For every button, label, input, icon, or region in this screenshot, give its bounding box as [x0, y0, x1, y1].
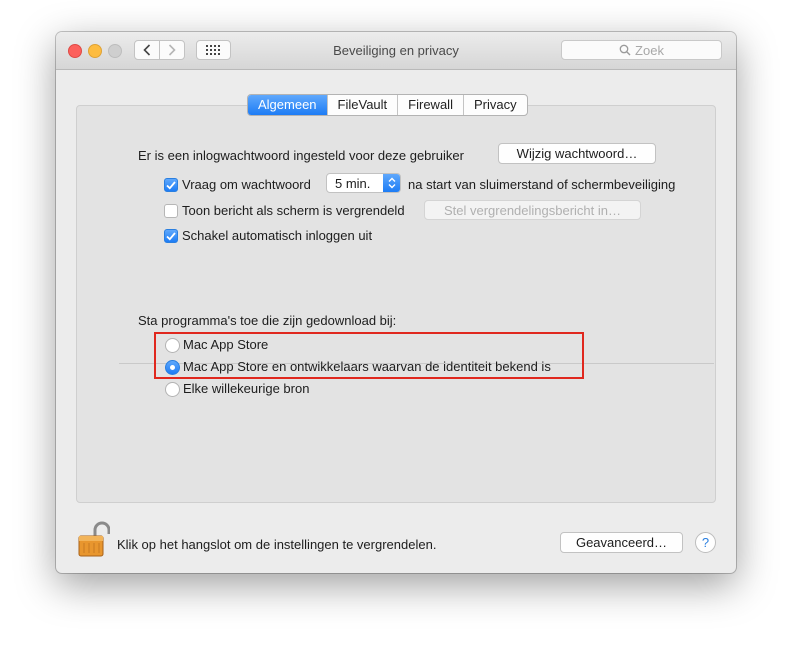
delay-select[interactable]: 5 min.	[326, 173, 401, 193]
set-lock-message-button[interactable]: Stel vergrendelingsbericht in…	[424, 200, 641, 220]
checkmark-icon	[166, 180, 176, 190]
checkmark-icon	[166, 231, 176, 241]
require-password-label: Vraag om wachtwoord	[182, 177, 311, 192]
tab-firewall[interactable]: Firewall	[397, 95, 463, 115]
disable-autologin-label: Schakel automatisch inloggen uit	[182, 228, 373, 243]
advanced-button[interactable]: Geavanceerd…	[560, 532, 683, 553]
password-set-text: Er is een inlogwachtwoord ingesteld voor…	[138, 148, 464, 163]
search-field[interactable]: Zoek	[561, 40, 722, 60]
require-password-checkbox[interactable]	[164, 178, 178, 192]
lock-instruction-text: Klik op het hangslot om de instellingen …	[117, 537, 437, 552]
delay-suffix-text: na start van sluimerstand of schermbevei…	[408, 177, 676, 192]
downloads-heading: Sta programma's toe die zijn gedownload …	[138, 313, 397, 328]
show-message-label: Toon bericht als scherm is vergrendeld	[182, 203, 405, 218]
tab-filevault[interactable]: FileVault	[326, 95, 398, 115]
search-placeholder: Zoek	[635, 42, 664, 58]
show-message-checkbox[interactable]	[164, 204, 178, 218]
tab-algemeen[interactable]: Algemeen	[248, 95, 327, 115]
title-bar: Beveiliging en privacy Zoek	[56, 32, 736, 70]
delay-select-value: 5 min.	[335, 176, 371, 191]
lock-button[interactable]	[76, 520, 111, 558]
preferences-window: Beveiliging en privacy Zoek Er is een in…	[56, 32, 736, 573]
unlocked-padlock-icon	[78, 521, 111, 557]
disable-autologin-checkbox[interactable]	[164, 229, 178, 243]
tab-privacy[interactable]: Privacy	[462, 95, 527, 115]
option-anywhere-label: Elke willekeurige bron	[183, 381, 310, 396]
change-password-button[interactable]: Wijzig wachtwoord…	[498, 143, 656, 164]
tab-bar: Algemeen FileVault Firewall Privacy	[247, 94, 528, 116]
highlight-annotation	[154, 332, 584, 379]
settings-panel: Er is een inlogwachtwoord ingesteld voor…	[76, 105, 716, 503]
search-icon	[619, 44, 631, 56]
radio-anywhere[interactable]	[165, 382, 180, 397]
help-button[interactable]: ?	[695, 532, 716, 553]
updown-arrows-icon	[383, 174, 400, 192]
